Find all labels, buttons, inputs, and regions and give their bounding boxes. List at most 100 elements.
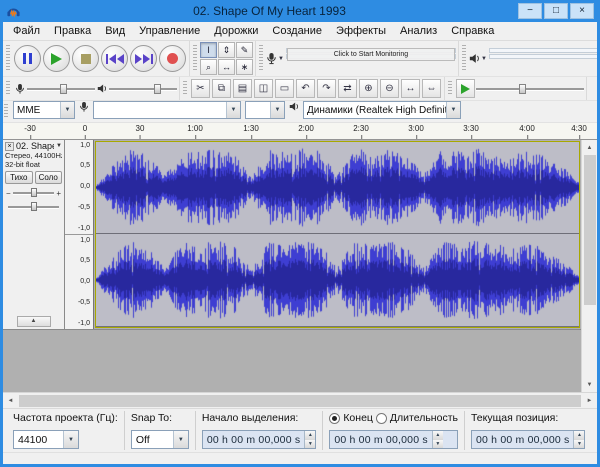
minimize-button[interactable]: − [518,3,542,19]
selection-start-field[interactable]: 00 h 00 m 00,000 s ▲ ▼ [201,430,317,449]
menu-effects[interactable]: Эффекты [329,23,393,39]
draw-tool-button[interactable]: ✎ [236,42,253,58]
menu-edit[interactable]: Правка [47,23,98,39]
length-radio[interactable] [375,412,387,424]
selection-end-field[interactable]: 00 h 00 m 00,000 s ▲ ▼ [329,430,458,449]
playback-meter[interactable]: -57 -54 -51 -48 -45 -42 -39 -36 -33 -30 … [488,47,597,71]
record-meter-dropdown[interactable]: ▼ [266,52,284,65]
toolbar-grip[interactable] [4,104,8,119]
toolbar-grip[interactable] [259,45,263,72]
close-button[interactable]: × [570,3,594,19]
toolbar-grip[interactable] [6,81,10,96]
recording-meter[interactable]: Click to Start Monitoring -57 -54 -51 -4… [285,47,456,71]
stop-button[interactable] [72,45,99,72]
copy-button[interactable]: ⧉ [212,79,231,98]
time-shift-tool-button[interactable]: ↔ [218,59,235,75]
play-button[interactable] [43,45,70,72]
timeline-ruler[interactable]: -30 0 30 1:00 1:30 2:00 2:30 3:00 3:30 4… [3,123,597,140]
zoom-in-button[interactable]: ⊕ [359,79,378,98]
pan-slider-thumb[interactable] [30,202,37,211]
trim-button[interactable]: ◫ [254,79,273,98]
scroll-right-icon[interactable]: ► [582,393,597,408]
playback-device-select[interactable]: Динамики (Realtek High Definiti ▼ [303,101,461,119]
titlebar[interactable]: 02. Shape Of My Heart 1993 − □ × [3,0,597,22]
track-control-panel[interactable]: × 02. Shape ▼ Стерео, 44100Hz 32-bit flo… [3,140,65,329]
horizontal-scrollbar[interactable]: ◄ ► [3,392,597,408]
track-menu-icon[interactable]: ▼ [56,143,62,149]
toolbar-grip[interactable] [461,45,466,72]
fit-selection-button[interactable]: ↔ [401,79,420,98]
selection-tool-button[interactable]: I [200,42,217,58]
solo-button[interactable]: Соло [34,171,62,184]
time-spinner[interactable]: ▲ ▼ [573,431,585,448]
zoom-out-button[interactable]: ⊖ [380,79,399,98]
menu-help[interactable]: Справка [444,23,501,39]
toolbar-grip[interactable] [193,45,197,72]
menu-view[interactable]: Вид [98,23,132,39]
menu-analyze[interactable]: Анализ [393,23,444,39]
toolbar-grip[interactable] [6,45,10,72]
vertical-ruler[interactable]: 1,0 0,5 0,0 -0,5 -1,0 1,0 0,5 0,0 -0,5 -… [65,140,94,329]
right-channel-waveform[interactable] [96,234,579,326]
selection-end-group: Конец Длительность 00 h 00 m 00,000 s ▲ ▼ [323,411,465,450]
scroll-up-icon[interactable]: ▲ [582,140,597,155]
end-radio-label[interactable]: Конец [343,412,373,424]
fit-project-button[interactable]: ⇔ [422,79,441,98]
record-button[interactable] [159,45,186,72]
menu-file[interactable]: Файл [6,23,47,39]
menu-tracks[interactable]: Дорожки [207,23,265,39]
cut-button[interactable]: ✂ [191,79,210,98]
waveform-area[interactable] [94,140,581,329]
play-at-speed-button[interactable] [456,79,475,98]
project-rate-select[interactable]: 44100 ▼ [13,430,79,449]
end-radio[interactable] [329,412,341,424]
zoom-tool-button[interactable]: ⌕ [200,59,217,75]
monitor-text[interactable]: Click to Start Monitoring [286,47,455,61]
gain-slider-thumb[interactable] [30,188,37,197]
audio-host-select[interactable]: MME ▼ [13,101,75,119]
pan-slider[interactable] [6,201,61,213]
toolbar-grip[interactable] [183,81,187,96]
playback-speed-slider[interactable] [476,82,584,96]
envelope-tool-button[interactable]: ⇕ [218,42,235,58]
play-meter-dropdown[interactable]: ▼ [469,53,487,64]
multi-tool-button[interactable]: ∗ [236,59,253,75]
sync-lock-button[interactable]: ⇄ [338,79,357,98]
horizontal-scroll-thumb[interactable] [19,394,581,407]
scroll-down-icon[interactable]: ▼ [582,377,597,392]
length-radio-label[interactable]: Длительность [390,412,458,424]
silence-button[interactable]: ▭ [275,79,294,98]
time-spinner[interactable]: ▲ ▼ [431,431,443,448]
skip-to-end-button[interactable] [130,45,157,72]
paste-button[interactable]: ▤ [233,79,252,98]
redo-button[interactable]: ↷ [317,79,336,98]
track-close-button[interactable]: × [5,141,14,151]
microphone-icon [16,83,24,94]
waveform-clip[interactable] [95,141,580,328]
right-channel-scale: 1,0 0,5 0,0 -0,5 -1,0 [77,237,90,327]
time-spinner[interactable]: ▲ ▼ [304,431,316,448]
pause-button[interactable] [14,45,41,72]
undo-button[interactable]: ↶ [296,79,315,98]
menu-transport[interactable]: Управление [132,23,207,39]
skip-to-start-button[interactable] [101,45,128,72]
left-channel-waveform[interactable] [96,142,579,233]
recording-device-select[interactable]: ▼ [93,101,241,119]
recording-channels-select[interactable]: ▼ [245,101,285,119]
output-volume-slider[interactable] [109,82,177,96]
mute-button[interactable]: Тихо [5,171,33,184]
vertical-scrollbar[interactable]: ▲ ▼ [581,140,597,392]
menu-generate[interactable]: Создание [265,23,329,39]
maximize-button[interactable]: □ [544,3,568,19]
toolbar-grip[interactable] [448,81,452,96]
snap-to-select[interactable]: Off ▼ [130,430,189,449]
snap-to-label: Snap To: [130,412,173,424]
track-name[interactable]: 02. Shape [16,141,54,151]
current-position-field[interactable]: 00 h 00 m 00,000 s ▲ ▼ [470,430,586,449]
gain-slider[interactable]: − + [6,187,61,199]
track-collapse-button[interactable]: ▲ [16,316,51,327]
input-volume-slider[interactable] [27,82,95,96]
empty-track-area[interactable] [3,330,581,392]
vertical-scroll-thumb[interactable] [583,155,596,305]
scroll-left-icon[interactable]: ◄ [3,393,18,408]
